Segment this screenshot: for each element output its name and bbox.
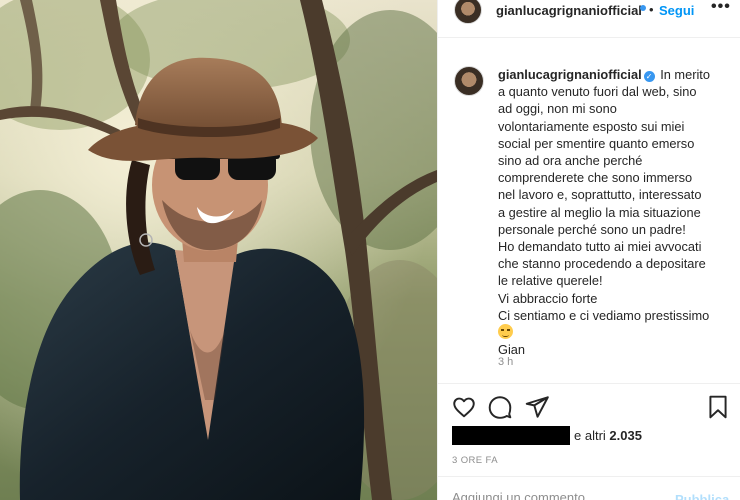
post-side-panel: gianlucagrignaniofficial • Segui ••• gia… <box>437 0 740 500</box>
caption-line: nel lavoro e, soprattutto, interessato <box>498 187 702 203</box>
header-avatar[interactable] <box>454 0 482 24</box>
caption-line: ad oggi, non mi sono <box>498 101 617 117</box>
actions-divider <box>438 383 740 384</box>
likes-count[interactable]: e altri 2.035 <box>574 428 642 443</box>
redacted-likers <box>452 426 570 445</box>
comment-input[interactable] <box>452 490 652 500</box>
caption-line: social per smentire quanto emerso <box>498 135 695 151</box>
post-caption: gianlucagrignaniofficial ✓ In merito a qu… <box>498 66 726 358</box>
likes-text: e altri <box>574 428 610 443</box>
post-photo[interactable] <box>0 0 437 500</box>
post-header: gianlucagrignaniofficial • Segui ••• <box>438 0 740 24</box>
caption-signature: Gian <box>498 342 526 358</box>
caption-line: le relative querele! <box>498 273 603 289</box>
caption-line: volontariamente esposto sui miei <box>498 118 685 134</box>
share-icon[interactable] <box>524 394 550 420</box>
bookmark-icon[interactable] <box>705 394 731 420</box>
caption-line: comprenderete che sono immerso <box>498 170 693 186</box>
header-username[interactable]: gianlucagrignaniofficial <box>496 3 642 18</box>
likes-number: 2.035 <box>609 428 642 443</box>
caption-timestamp[interactable]: 3 h <box>498 356 513 368</box>
caption-line: Ci sentiamo e ci vediamo prestissimo <box>498 307 710 323</box>
caption-line: personale perché sono un padre! <box>498 221 686 237</box>
follow-button[interactable]: Segui <box>659 3 694 18</box>
comment-icon[interactable] <box>487 394 513 420</box>
verified-badge-icon: ✓ <box>643 71 655 82</box>
verified-icon <box>640 5 646 11</box>
more-options-icon[interactable]: ••• <box>711 0 731 16</box>
caption-line: che stanno procedendo a depositare <box>498 256 706 272</box>
comment-box: Pubblica <box>438 478 740 500</box>
caption-first-words: In merito <box>660 67 710 82</box>
heart-icon[interactable] <box>451 394 477 420</box>
caption-username[interactable]: gianlucagrignaniofficial <box>498 67 642 82</box>
wink-emoji-icon <box>498 324 513 340</box>
caption-line: Vi abbraccio forte <box>498 290 598 306</box>
caption-line: Ho demandato tutto ai miei avvocati <box>498 239 702 255</box>
caption-avatar[interactable] <box>454 66 484 96</box>
publish-button[interactable]: Pubblica <box>675 492 729 500</box>
caption-line: sino ad ora anche perché <box>498 153 643 169</box>
post-timestamp[interactable]: 3 ORE FA <box>452 455 498 466</box>
caption-line: a quanto venuto fuori dal web, sino <box>498 84 697 100</box>
likes-row: e altri 2.035 <box>452 425 732 445</box>
comment-divider <box>438 476 740 477</box>
action-bar <box>438 392 740 422</box>
caption-line: a gestire al meglio la mia situazione <box>498 204 701 220</box>
header-separator: • <box>649 2 654 17</box>
header-divider <box>438 37 740 38</box>
post-photo-image <box>0 0 437 500</box>
